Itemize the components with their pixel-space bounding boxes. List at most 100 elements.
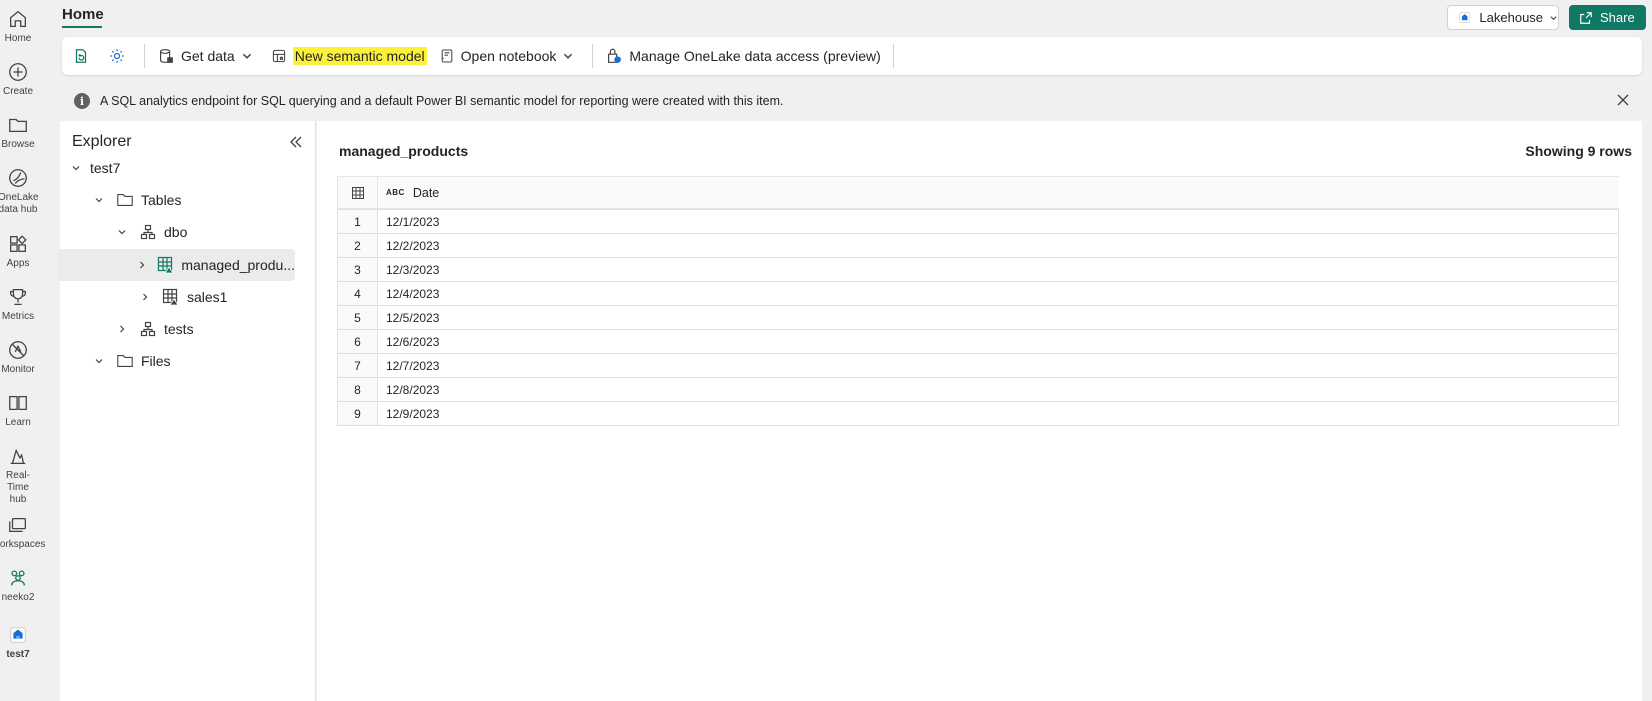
date-cell[interactable]: 12/2/2023 <box>378 234 1619 257</box>
rail-item-apps[interactable]: Apps <box>0 233 36 270</box>
rail-label-browse: Browse <box>1 139 35 150</box>
rail-item-neeko2[interactable]: neeko2 <box>0 567 36 604</box>
grid-header: ABC Date <box>337 176 1619 209</box>
gear-icon <box>110 49 124 63</box>
manage-onelake-access-button[interactable]: Manage OneLake data access (preview) <box>599 41 886 71</box>
share-label: Share <box>1600 10 1635 25</box>
notebook-icon <box>441 49 452 63</box>
rail-label-realtime: Real-Time hub <box>6 470 30 505</box>
tree-label-sales1: sales1 <box>187 289 228 305</box>
rail-item-browse[interactable]: Browse <box>0 114 36 151</box>
refresh-doc-icon <box>75 49 87 63</box>
rail-label-monitor: Monitor <box>1 364 35 375</box>
row-number: 6 <box>337 330 378 353</box>
tree-item-sales1[interactable]: sales1 <box>60 281 310 313</box>
tree-item-tables[interactable]: Tables <box>60 184 310 216</box>
rail-item-onelake[interactable]: OneLake data hub <box>0 167 39 216</box>
column-header-label: Date <box>412 185 440 200</box>
table-row[interactable]: 7 12/7/2023 <box>337 354 1619 378</box>
chevron-down-icon[interactable] <box>91 195 107 205</box>
book-icon <box>9 395 27 411</box>
open-notebook-button[interactable]: Open notebook <box>433 41 587 71</box>
refresh-button[interactable] <box>66 41 102 71</box>
date-cell[interactable]: 12/3/2023 <box>378 258 1619 281</box>
open-notebook-label: Open notebook <box>460 48 557 64</box>
chevron-down-icon[interactable] <box>68 163 84 173</box>
row-count-label: Showing 9 rows <box>1525 143 1632 159</box>
rail-item-learn[interactable]: Learn <box>0 392 36 429</box>
rail-item-home[interactable]: Home <box>0 8 36 45</box>
chevron-down-icon[interactable] <box>91 356 107 366</box>
realtime-icon <box>10 448 26 464</box>
row-number: 4 <box>337 282 378 305</box>
chevron-down-icon <box>242 53 251 59</box>
share-button[interactable]: Share <box>1569 5 1646 30</box>
rail-item-realtime[interactable]: Real-Time hub <box>0 445 36 506</box>
tree-label-files: Files <box>141 353 171 369</box>
new-semantic-model-button[interactable]: New semantic model <box>265 41 433 71</box>
tree-item-dbo[interactable]: dbo <box>60 216 310 248</box>
rail-item-workspaces[interactable]: Workspaces <box>0 514 45 551</box>
table-title: managed_products <box>339 143 469 159</box>
semantic-model-icon <box>272 49 285 63</box>
info-icon: i <box>74 93 90 109</box>
table-row[interactable]: 9 12/9/2023 <box>337 402 1619 426</box>
lakehouse-label: Lakehouse <box>1479 10 1544 25</box>
text-type-icon: ABC <box>386 188 405 197</box>
collapse-pane-icon[interactable] <box>288 135 304 149</box>
date-cell[interactable]: 12/4/2023 <box>378 282 1619 305</box>
rail-item-monitor[interactable]: Monitor <box>0 339 36 376</box>
close-icon[interactable] <box>1616 93 1630 107</box>
rail-item-test7[interactable]: test7 <box>0 624 36 661</box>
table-row[interactable]: 2 12/2/2023 <box>337 234 1619 258</box>
chevron-right-icon[interactable] <box>114 324 130 334</box>
tree-item-test7[interactable]: test7 <box>60 152 310 184</box>
rail-item-metrics[interactable]: Metrics <box>0 286 36 323</box>
data-grid: ABC Date 1 12/1/2023 2 12/2/2023 3 12/3/2023 4… <box>337 176 1619 426</box>
date-cell[interactable]: 12/6/2023 <box>378 330 1619 353</box>
tree-item-managed-products[interactable]: managed_produ... <box>58 249 295 281</box>
table-row[interactable]: 1 12/1/2023 <box>337 210 1619 234</box>
tab-home[interactable]: Home <box>62 6 104 23</box>
tree-label-managed-products: managed_produ... <box>181 257 295 273</box>
chevron-down-icon[interactable] <box>114 227 130 237</box>
rail-label-test7: test7 <box>6 649 30 660</box>
select-all-cell[interactable] <box>337 177 378 208</box>
tab-home-indicator <box>62 26 102 28</box>
new-semantic-model-label: New semantic model <box>292 47 427 65</box>
date-cell[interactable]: 12/8/2023 <box>378 378 1619 401</box>
rail-item-create[interactable]: Create <box>0 61 36 98</box>
share-icon <box>1580 11 1592 24</box>
tree-item-tests[interactable]: tests <box>60 313 310 345</box>
table-row[interactable]: 3 12/3/2023 <box>337 258 1619 282</box>
table-row[interactable]: 4 12/4/2023 <box>337 282 1619 306</box>
column-header-date[interactable]: ABC Date <box>378 177 439 208</box>
table-icon <box>351 186 364 199</box>
lakehouse-switcher-button[interactable]: Lakehouse <box>1447 5 1559 30</box>
table-preview-pane: managed_products Showing 9 rows ABC Date… <box>317 121 1642 701</box>
grid-body: 1 12/1/2023 2 12/2/2023 3 12/3/2023 4 12/4/2023… <box>337 209 1619 426</box>
get-data-label: Get data <box>181 48 235 64</box>
manage-access-icon <box>608 48 622 63</box>
table-row[interactable]: 8 12/8/2023 <box>337 378 1619 402</box>
rail-label-apps: Apps <box>6 258 30 269</box>
table-row[interactable]: 6 12/6/2023 <box>337 330 1619 354</box>
workspaces-icon <box>9 517 26 533</box>
top-bar: Home Lakehouse Share <box>56 0 1652 34</box>
rail-label-onelake: OneLake data hub <box>0 192 39 215</box>
tree-item-files[interactable]: Files <box>60 345 310 377</box>
tree-label-dbo: dbo <box>164 224 188 240</box>
chevron-right-icon[interactable] <box>137 292 153 302</box>
date-cell[interactable]: 12/9/2023 <box>378 402 1619 425</box>
date-cell[interactable]: 12/1/2023 <box>378 210 1619 233</box>
table-row[interactable]: 5 12/5/2023 <box>337 306 1619 330</box>
rail-label-learn: Learn <box>5 417 31 428</box>
database-icon <box>160 49 173 63</box>
date-cell[interactable]: 12/7/2023 <box>378 354 1619 377</box>
tree-label-test7: test7 <box>90 160 121 176</box>
get-data-button[interactable]: Get data <box>151 41 265 71</box>
settings-button[interactable] <box>102 41 138 71</box>
date-cell[interactable]: 12/5/2023 <box>378 306 1619 329</box>
chevron-down-icon <box>1550 15 1557 20</box>
chevron-right-icon[interactable] <box>135 260 149 270</box>
